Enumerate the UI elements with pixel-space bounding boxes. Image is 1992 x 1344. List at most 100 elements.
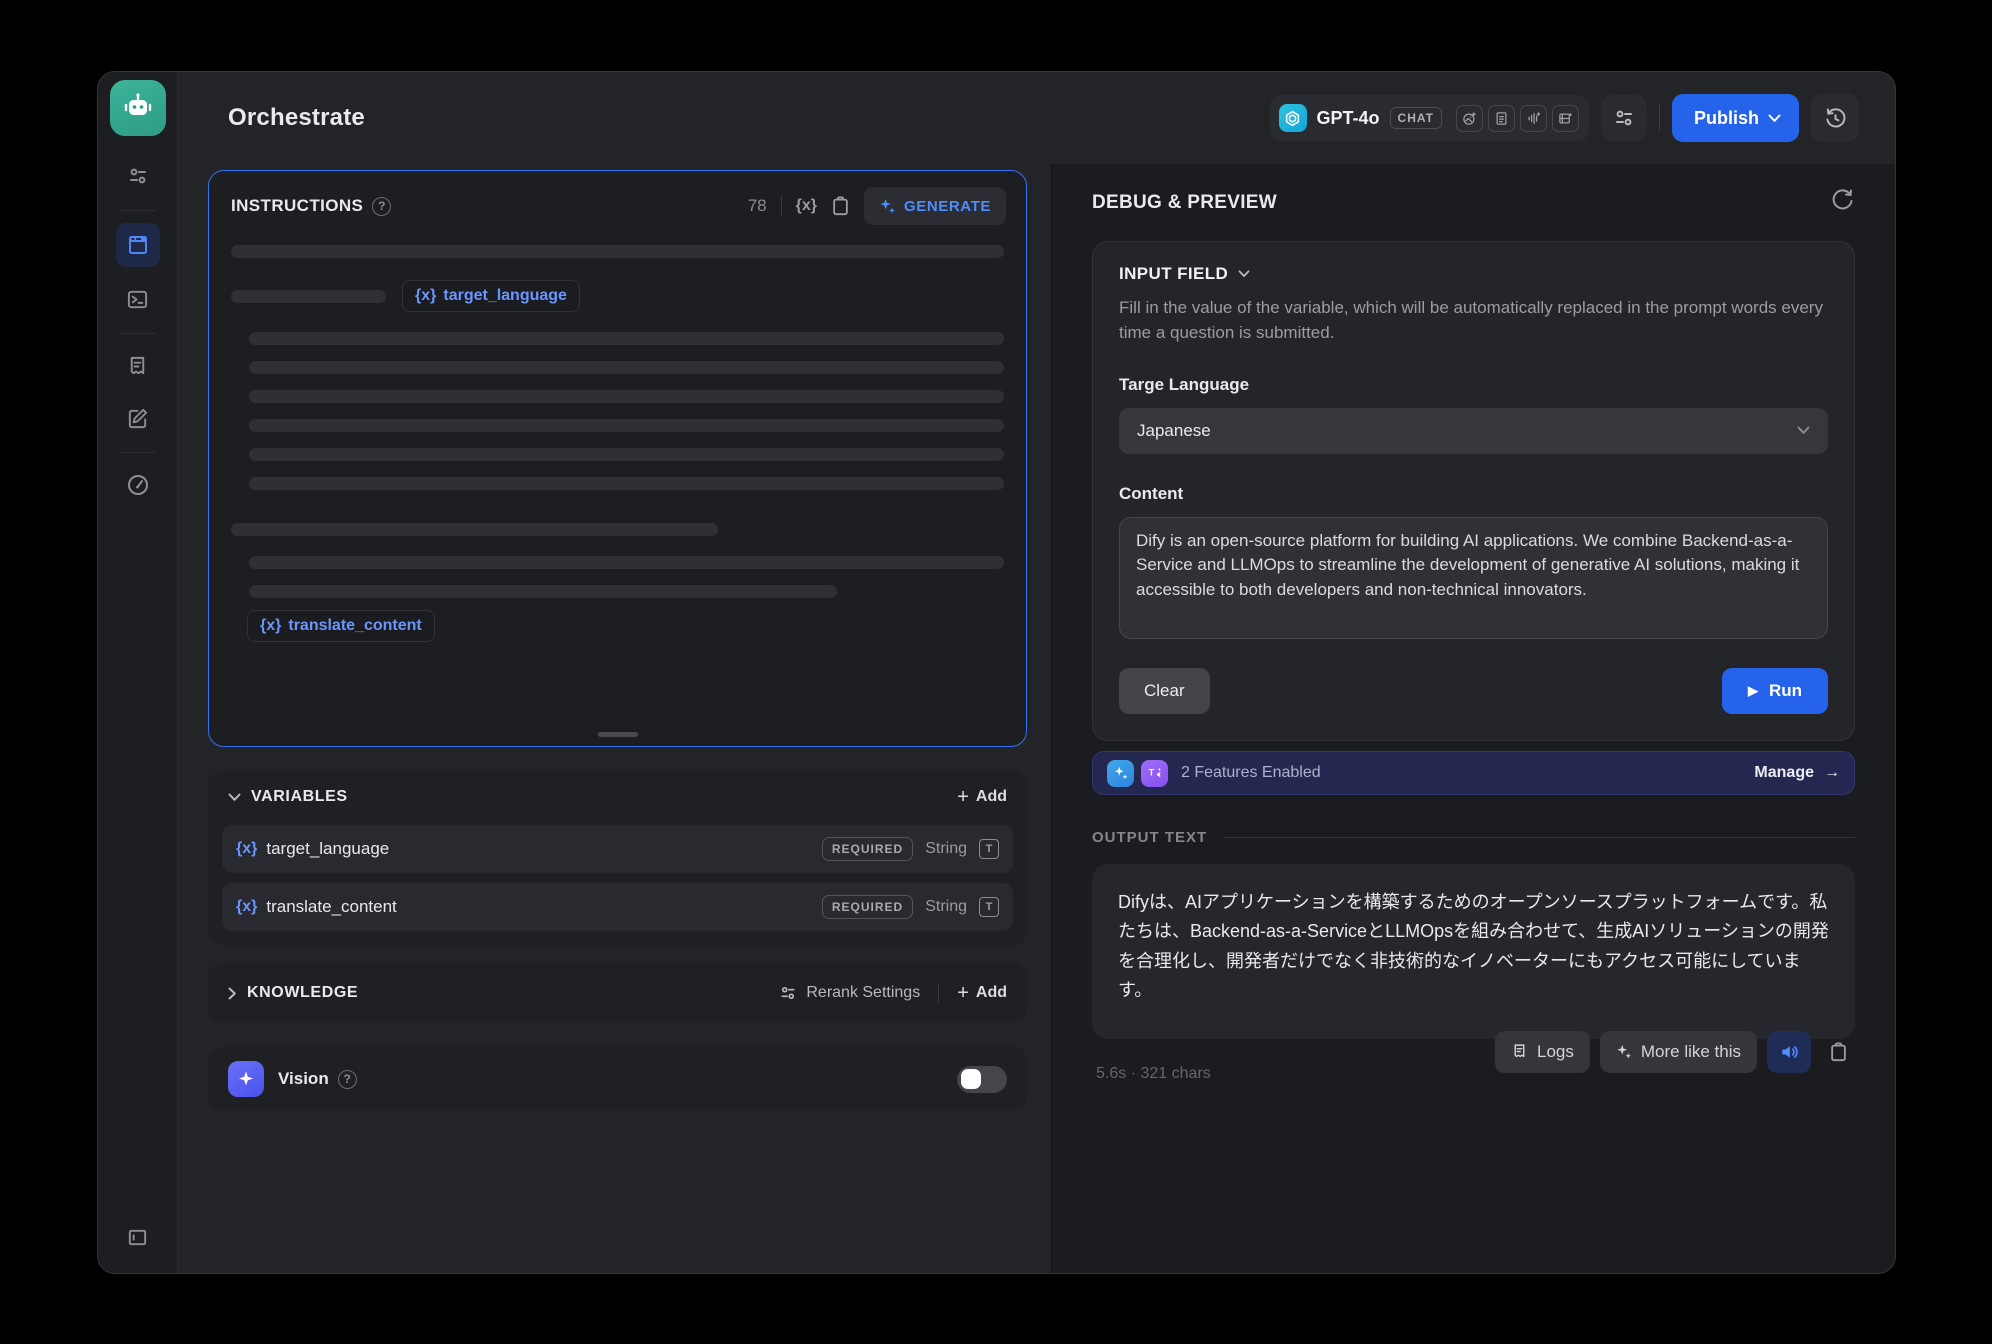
skeleton-line [231, 523, 718, 536]
skeleton-line [249, 477, 1004, 490]
instructions-editor[interactable]: INSTRUCTIONS ? 78 {x} [208, 170, 1027, 747]
rail-divider [120, 452, 156, 453]
chat-mode-badge: CHAT [1390, 107, 1442, 129]
rail-divider [120, 210, 156, 211]
document-capability-icon [1488, 105, 1515, 132]
skeleton-line [249, 419, 1004, 432]
app-avatar-robot-icon[interactable] [110, 80, 166, 136]
variables-title: VARIABLES [251, 788, 348, 806]
run-button[interactable]: ▶ Run [1722, 668, 1828, 714]
clear-button[interactable]: Clear [1119, 668, 1210, 714]
string-type-icon[interactable]: T [979, 897, 999, 917]
svg-text:T: T [1148, 768, 1154, 778]
variable-chip-label: target_language [443, 287, 567, 305]
variable-row[interactable]: {x} translate_content REQUIRED String T [222, 883, 1013, 931]
sliders-icon[interactable] [118, 156, 158, 196]
variable-row[interactable]: {x} target_language REQUIRED String T [222, 825, 1013, 873]
top-bar: Orchestrate GPT-4o CHAT [178, 72, 1895, 164]
skeleton-line [231, 290, 386, 303]
chevron-down-icon[interactable] [228, 793, 241, 802]
audio-capability-icon [1520, 105, 1547, 132]
history-button[interactable] [1811, 94, 1859, 142]
input-field-card: INPUT FIELD Fill in the value of the var… [1092, 241, 1855, 741]
sparkle-icon [879, 198, 896, 215]
insert-variable-button[interactable]: {x} [796, 197, 817, 215]
sparkles-feature-icon [1107, 760, 1134, 787]
left-rail [98, 72, 178, 1273]
add-variable-button[interactable]: +Add [957, 786, 1007, 809]
more-like-this-label: More like this [1641, 1042, 1741, 1062]
logs-button[interactable]: Logs [1495, 1031, 1590, 1073]
sparkle-icon [1616, 1044, 1632, 1060]
features-count-text: 2 Features Enabled [1181, 764, 1321, 782]
target-language-select[interactable]: Japanese [1119, 408, 1828, 454]
publish-button[interactable]: Publish [1672, 94, 1799, 142]
manage-features-button[interactable]: Manage → [1754, 764, 1840, 782]
restart-refresh-icon[interactable] [1831, 188, 1855, 217]
terminal-icon[interactable] [118, 279, 158, 319]
input-field-title: INPUT FIELD [1119, 264, 1228, 284]
input-field-header[interactable]: INPUT FIELD [1119, 264, 1828, 284]
logs-icon [1511, 1043, 1528, 1060]
chevron-down-icon [1797, 422, 1810, 440]
content-label: Content [1119, 484, 1828, 504]
variable-glyph: {x} [415, 287, 436, 305]
add-label: Add [976, 984, 1007, 1002]
variable-glyph: {x} [260, 617, 281, 635]
required-badge: REQUIRED [822, 895, 913, 919]
add-knowledge-button[interactable]: + Add [957, 982, 1007, 1005]
text-to-speech-button[interactable] [1767, 1031, 1811, 1073]
vision-capability-icon [1456, 105, 1483, 132]
orchestrate-tab-icon[interactable] [116, 223, 160, 267]
variable-type: String [925, 840, 967, 858]
model-selector[interactable]: GPT-4o CHAT [1270, 95, 1589, 141]
variables-section: VARIABLES +Add {x} target_language REQUI… [208, 771, 1027, 945]
content-textarea[interactable]: Dify is an open-source platform for buil… [1119, 517, 1828, 639]
logs-document-icon[interactable] [118, 346, 158, 386]
skeleton-line [231, 245, 1004, 258]
variable-name: target_language [266, 839, 389, 859]
tool-divider [781, 196, 782, 216]
play-icon: ▶ [1748, 683, 1758, 699]
arrow-right-icon: → [1824, 764, 1840, 782]
char-count: 78 [748, 196, 767, 216]
knowledge-title: KNOWLEDGE [247, 984, 358, 1002]
copy-prompt-icon[interactable] [831, 196, 850, 216]
annotation-edit-icon[interactable] [118, 398, 158, 438]
clear-label: Clear [1144, 681, 1185, 701]
skeleton-line [249, 361, 1004, 374]
variable-chip-label: translate_content [288, 617, 421, 635]
generate-label: GENERATE [904, 198, 991, 215]
copy-output-button[interactable] [1821, 1031, 1855, 1073]
variable-chip-target-language[interactable]: {x} target_language [402, 280, 580, 312]
variable-chip-translate-content[interactable]: {x} translate_content [247, 610, 435, 642]
output-rule [1223, 837, 1855, 838]
toggle-knob [961, 1069, 981, 1089]
topbar-divider [1659, 104, 1660, 132]
string-type-icon[interactable]: T [979, 839, 999, 859]
instructions-help-icon[interactable]: ? [372, 197, 391, 216]
logs-label: Logs [1537, 1042, 1574, 1062]
sliders-icon [779, 984, 797, 1002]
model-parameters-button[interactable] [1601, 95, 1647, 141]
features-enabled-bar[interactable]: T 2 Features Enabled Manage → [1092, 751, 1855, 795]
vision-toggle[interactable] [957, 1066, 1007, 1093]
chevron-down-icon [1238, 270, 1250, 278]
speaker-icon [1779, 1042, 1799, 1062]
vision-help-icon[interactable]: ? [338, 1070, 357, 1089]
collapse-sidebar-icon[interactable] [118, 1217, 158, 1257]
more-like-this-button[interactable]: More like this [1600, 1031, 1757, 1073]
generate-button[interactable]: GENERATE [864, 187, 1006, 225]
rerank-settings-button[interactable]: Rerank Settings [779, 984, 920, 1002]
monitoring-gauge-icon[interactable] [118, 465, 158, 505]
target-language-value: Japanese [1137, 421, 1211, 441]
knowledge-section: KNOWLEDGE Rerank Settings + Add [208, 963, 1027, 1023]
plus-icon: + [957, 786, 969, 809]
plus-icon: + [957, 982, 969, 1005]
resize-drag-handle[interactable] [598, 732, 638, 737]
skeleton-line [249, 332, 1004, 345]
chevron-down-icon [1768, 114, 1781, 123]
chevron-right-icon[interactable] [228, 987, 237, 1000]
orchestrate-workspace: INSTRUCTIONS ? 78 {x} [178, 164, 1051, 1273]
model-name: GPT-4o [1317, 108, 1380, 129]
